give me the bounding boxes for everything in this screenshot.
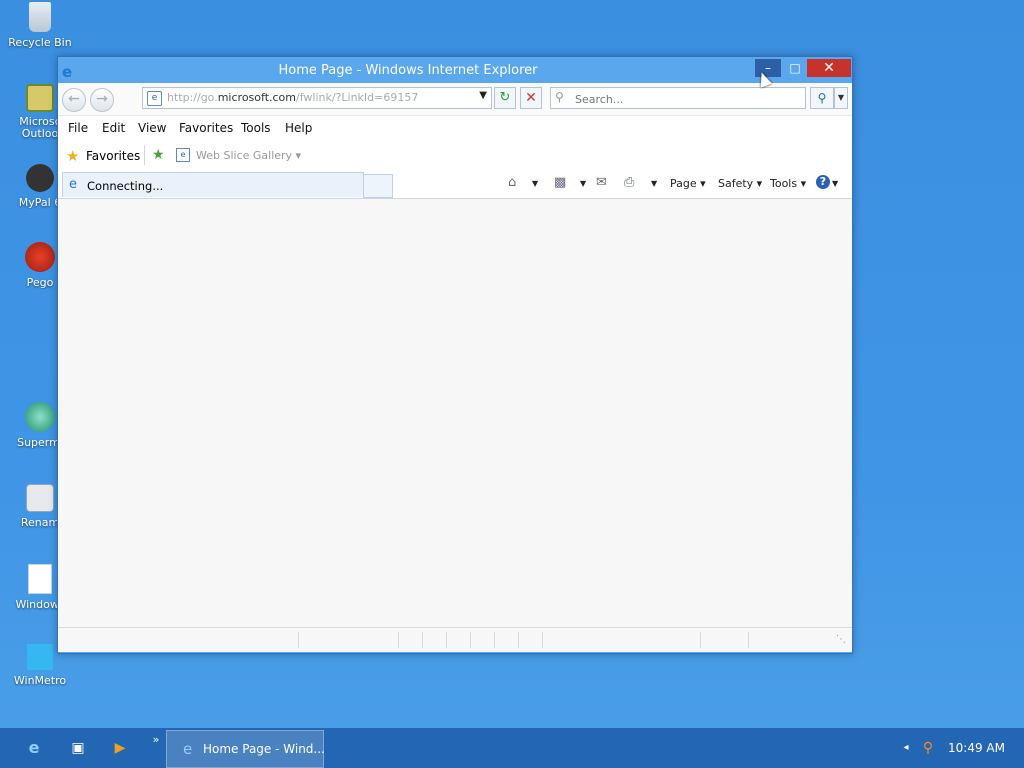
status-divider [422, 632, 423, 648]
window-title: Home Page - Windows Internet Explorer [278, 63, 538, 78]
print-icon[interactable]: ⎙ [624, 175, 634, 190]
favorites-star-icon[interactable]: ★ [66, 147, 79, 165]
home-icon[interactable]: ⌂ [508, 175, 516, 190]
favorites-button[interactable]: Favorites [86, 149, 140, 163]
resize-grip-icon[interactable]: ⋱ [836, 634, 846, 645]
desktop-icon-label: WinMetro [13, 674, 67, 687]
back-forward-group: ← → [62, 88, 118, 112]
ie-taskbar-icon[interactable]: e [24, 738, 44, 758]
page-menu-button[interactable]: Page ▾ [670, 177, 706, 190]
search-box[interactable]: ⚲ [550, 87, 806, 109]
page-icon: e [147, 91, 162, 106]
status-divider [446, 632, 447, 648]
search-go-button[interactable]: ⚲ [810, 87, 834, 109]
status-divider [398, 632, 399, 648]
winmetro-icon [27, 644, 53, 670]
status-divider [494, 632, 495, 648]
supermium-icon [25, 402, 55, 432]
status-bar: ⋱ [58, 627, 852, 652]
status-divider [298, 632, 299, 648]
refresh-button[interactable]: ↻ [494, 87, 516, 109]
menu-bar: File Edit View Favorites Tools Help [58, 115, 852, 141]
status-divider [748, 632, 749, 648]
back-button[interactable]: ← [62, 88, 86, 112]
print-dropdown-icon[interactable]: ▼ [651, 179, 657, 188]
address-bar[interactable]: e http://go.microsoft.com/fwlink/?LinkId… [142, 87, 492, 109]
menu-edit[interactable]: Edit [102, 121, 125, 135]
taskbar-task-ie[interactable]: e Home Page - Wind... [166, 730, 325, 768]
search-tray-icon[interactable]: ⚲ [918, 738, 938, 758]
desktop-icon-label: Recycle Bin [8, 36, 72, 49]
feeds-dropdown-icon[interactable]: ▼ [580, 179, 586, 188]
status-divider [470, 632, 471, 648]
help-dropdown-icon[interactable]: ▼ [832, 179, 838, 188]
ie-task-icon: e [183, 740, 193, 758]
taskbar: e ▣ ▶ » e Home Page - Wind... ◂ ⚲ 10:49 … [0, 728, 1024, 768]
page-content-area[interactable] [58, 199, 852, 627]
tab-strip: e Connecting... ⌂ ▼ ▩ ▼ ✉ ⎙ ▼ Page ▾ Saf… [58, 170, 852, 199]
web-slice-gallery-link[interactable]: Web Slice Gallery ▾ [196, 149, 301, 162]
read-mail-icon[interactable]: ✉ [596, 175, 607, 190]
more-pinned-icon[interactable]: » [146, 730, 166, 750]
forward-button[interactable]: → [90, 88, 114, 112]
status-divider [542, 632, 543, 648]
recycle-bin-icon [29, 2, 51, 32]
outlook-icon [26, 84, 54, 112]
ie-window: e Home Page - Windows Internet Explorer … [57, 56, 853, 654]
menu-tools[interactable]: Tools [241, 121, 271, 135]
taskbar-clock[interactable]: 10:49 AM [948, 741, 1005, 755]
favorites-bar: ★ Favorites ★ e Web Slice Gallery ▾ [58, 140, 852, 170]
desktop-icon-recycle-bin[interactable]: Recycle Bin [4, 2, 76, 49]
add-to-favorites-icon[interactable]: ★ [152, 147, 165, 163]
taskbar-task-label: Home Page - Wind... [203, 742, 325, 756]
pego-icon [25, 242, 55, 272]
show-desktop-icon[interactable]: ▣ [68, 738, 88, 758]
tab-label: Connecting... [87, 179, 164, 193]
status-divider [700, 632, 701, 648]
maximize-button[interactable]: □ [782, 59, 808, 77]
search-input[interactable] [573, 90, 797, 108]
home-dropdown-icon[interactable]: ▼ [532, 179, 538, 188]
window-titlebar[interactable]: e Home Page - Windows Internet Explorer … [58, 57, 852, 83]
navigation-bar: ← → e http://go.microsoft.com/fwlink/?Li… [58, 83, 852, 115]
safety-menu-button[interactable]: Safety ▾ [718, 177, 762, 190]
tools-menu-button[interactable]: Tools ▾ [770, 177, 806, 190]
menu-view[interactable]: View [138, 121, 166, 135]
status-divider [518, 632, 519, 648]
rename-icon [26, 484, 54, 512]
media-player-icon[interactable]: ▶ [110, 738, 130, 758]
help-icon[interactable]: ? [816, 175, 830, 189]
new-tab-button[interactable] [363, 174, 393, 198]
tab-current[interactable]: e Connecting... [62, 172, 364, 197]
close-button[interactable]: ✕ [807, 59, 851, 77]
tray-arrow-icon[interactable]: ◂ [896, 738, 916, 758]
divider [144, 145, 145, 165]
menu-help[interactable]: Help [285, 121, 312, 135]
address-dropdown-icon[interactable]: ▼ [479, 90, 487, 101]
ie-tab-icon: e [69, 177, 77, 192]
mypal-icon [26, 164, 54, 192]
search-options-dropdown-icon[interactable]: ▼ [834, 87, 848, 109]
address-url: http://go.microsoft.com/fwlink/?LinkId=6… [167, 91, 419, 104]
web-slice-icon: e [176, 148, 190, 162]
feeds-icon[interactable]: ▩ [554, 175, 566, 190]
search-icon: ⚲ [555, 90, 564, 104]
stop-button[interactable]: ✕ [520, 87, 542, 109]
menu-favorites[interactable]: Favorites [179, 121, 233, 135]
file-icon [28, 564, 52, 594]
menu-file[interactable]: File [68, 121, 88, 135]
